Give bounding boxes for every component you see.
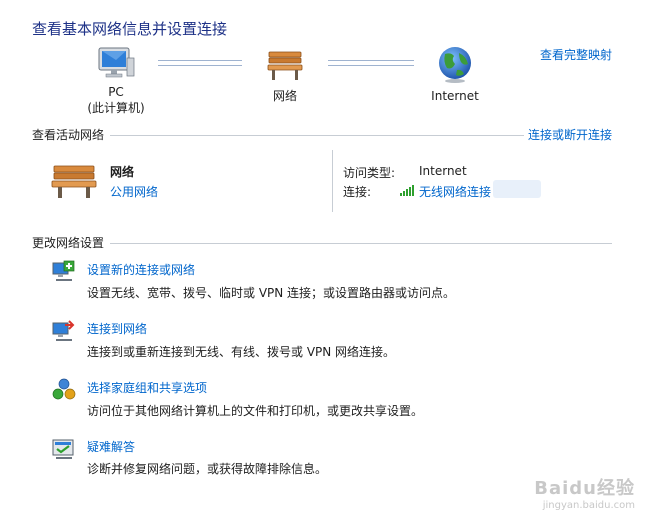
globe-icon [435,44,475,84]
bench-icon [265,44,305,84]
access-type-value: Internet [419,164,467,178]
pc-sublabel: (此计算机) [87,101,145,115]
task-troubleshoot-link[interactable]: 疑难解答 [87,438,135,455]
pc-node[interactable]: PC (此计算机) [56,44,176,116]
redacted-network-name [493,180,541,198]
wifi-signal-icon [400,184,416,199]
task-new-connection-link[interactable]: 设置新的连接或网络 [87,261,195,278]
task-connect-network-desc: 连接到或重新连接到无线、有线、拨号或 VPN 网络连接。 [87,345,396,359]
connect-disconnect-link[interactable]: 连接或断开连接 [528,126,612,143]
new-connection-icon [52,260,76,287]
computer-icon [96,44,136,84]
wireless-connection-link[interactable]: 无线网络连接 [419,183,491,200]
connection-label: 连接: [343,185,372,199]
network-name: 网络 [110,165,135,179]
internet-node-label: Internet [431,89,479,103]
network-node[interactable]: 网络 [225,44,345,104]
access-type-label: 访问类型: [343,166,396,180]
active-networks-heading: 查看活动网络 [32,128,105,142]
homegroup-icon [52,378,76,405]
troubleshoot-icon [52,437,76,464]
watermark: Baidu经验 jingyan.baidu.com [534,474,635,511]
task-homegroup-link[interactable]: 选择家庭组和共享选项 [87,379,207,396]
connect-network-icon [52,320,76,347]
internet-node[interactable]: Internet [395,44,515,104]
watermark-logo: Baidu经验 [534,478,635,499]
active-panel-separator [332,150,333,212]
view-full-map-link[interactable]: 查看完整映射 [540,46,612,63]
page-title: 查看基本网络信息并设置连接 [32,20,228,38]
change-settings-divider [110,243,612,244]
pc-label: PC [108,85,124,99]
task-homegroup-desc: 访问位于其他网络计算机上的文件和打印机，或更改共享设置。 [87,404,424,418]
task-troubleshoot-desc: 诊断并修复网络问题，或获得故障排除信息。 [87,462,328,476]
active-networks-divider [110,135,524,136]
task-connect-network-link[interactable]: 连接到网络 [87,320,147,337]
change-settings-heading: 更改网络设置 [32,236,105,250]
network-node-label: 网络 [272,89,297,103]
network-bench-icon [50,160,98,203]
network-type-link[interactable]: 公用网络 [110,183,158,200]
task-new-connection-desc: 设置无线、宽带、拨号、临时或 VPN 连接；或设置路由器或访问点。 [87,286,456,300]
watermark-url: jingyan.baidu.com [542,500,635,511]
